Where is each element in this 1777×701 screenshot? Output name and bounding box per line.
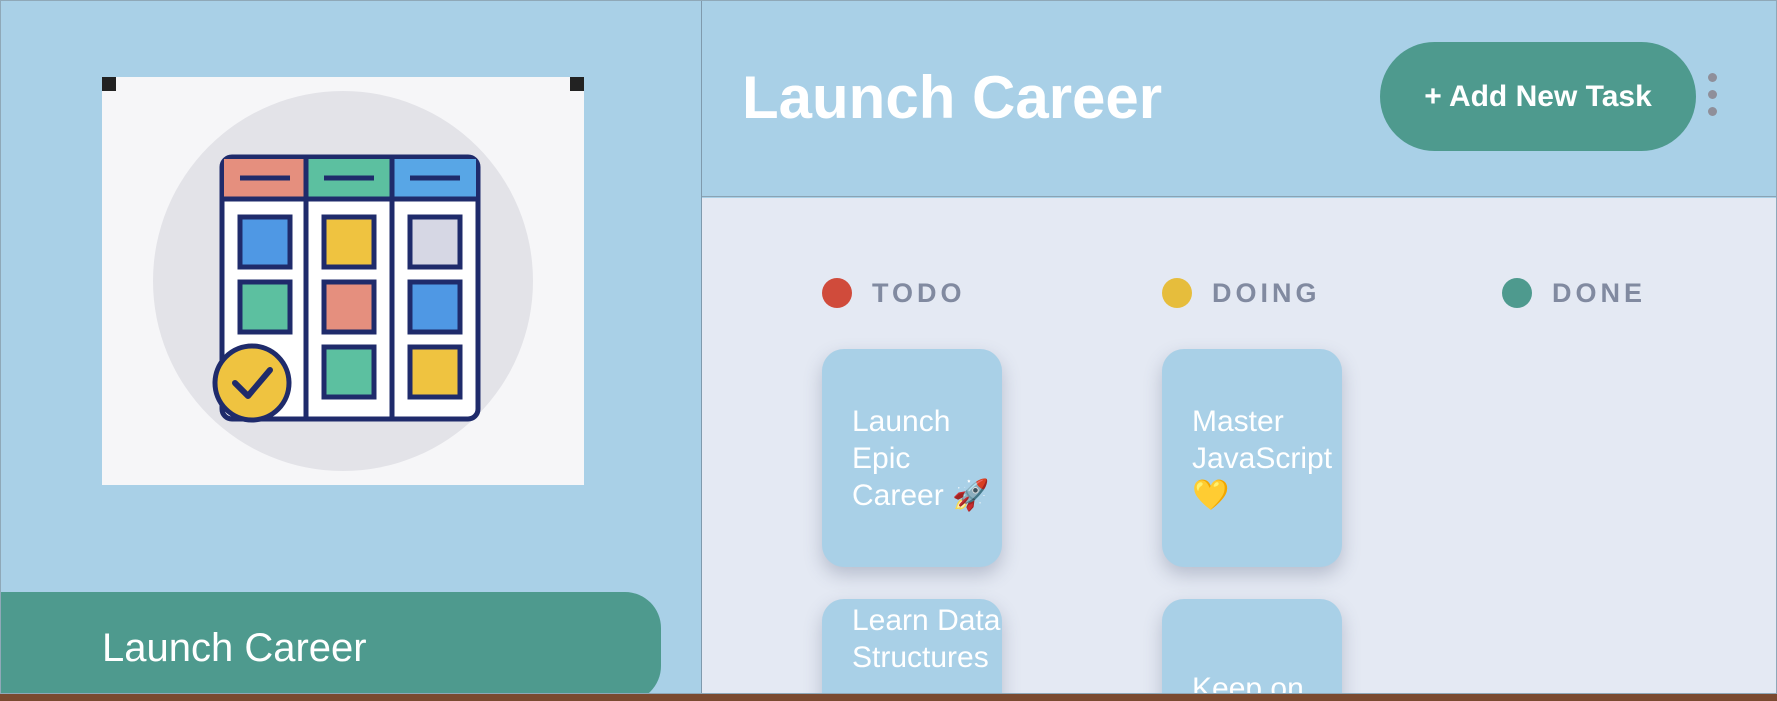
- kanban-board: TODO Launch Epic Career 🚀 Learn Data Str…: [702, 198, 1776, 694]
- page-title: Launch Career: [742, 64, 1163, 131]
- column-header: DOING: [1162, 278, 1321, 308]
- kanban-board-logo-icon: [102, 77, 584, 485]
- status-dot-icon: [1162, 278, 1192, 308]
- task-title: Keep on: [1192, 672, 1304, 694]
- task-title: Learn Data Structures: [852, 604, 1001, 674]
- task-card[interactable]: Launch Epic Career 🚀: [822, 349, 1002, 567]
- sidebar-board-label: Launch Career: [102, 626, 367, 670]
- task-card[interactable]: Learn Data Structures: [822, 599, 1002, 693]
- kanban-board-logo: [102, 77, 584, 485]
- column-doing: DOING Master JavaScript 💛 Keep on: [1162, 198, 1462, 694]
- status-dot-icon: [822, 278, 852, 308]
- column-title: DONE: [1552, 277, 1647, 308]
- more-options-icon[interactable]: [1702, 73, 1722, 129]
- task-card[interactable]: Master JavaScript 💛: [1162, 349, 1342, 567]
- column-todo: TODO Launch Epic Career 🚀 Learn Data Str…: [822, 198, 1122, 693]
- task-card[interactable]: Keep on: [1162, 599, 1342, 694]
- kanban-app: Launch Career Launch Career + Add New Ta…: [0, 0, 1777, 694]
- column-title: DOING: [1212, 277, 1321, 308]
- sidebar-board-item[interactable]: Launch Career: [1, 592, 661, 693]
- status-dot-icon: [1502, 278, 1532, 308]
- sidebar: Launch Career: [1, 1, 702, 693]
- task-title: Launch Epic Career 🚀: [852, 405, 990, 512]
- column-header: DONE: [1502, 278, 1646, 308]
- column-done: DONE: [1502, 198, 1776, 693]
- add-new-task-button[interactable]: + Add New Task: [1380, 42, 1696, 151]
- column-header: TODO: [822, 278, 966, 308]
- column-title: TODO: [872, 277, 966, 308]
- task-title: Master JavaScript 💛: [1192, 405, 1333, 512]
- board-header: Launch Career + Add New Task: [702, 1, 1776, 197]
